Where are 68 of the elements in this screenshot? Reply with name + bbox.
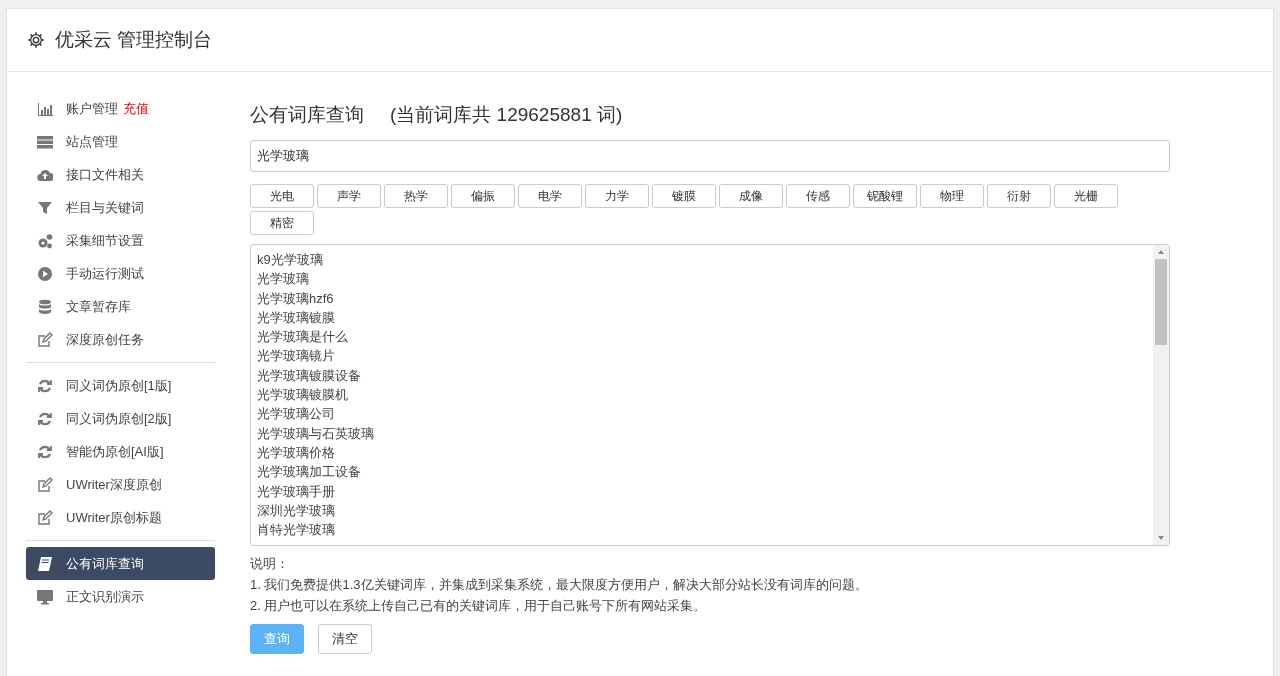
result-line: 光学玻璃价格 bbox=[257, 443, 336, 462]
sidebar-item[interactable]: 接口文件相关 bbox=[26, 158, 215, 191]
result-line: 光学玻璃镀膜机 bbox=[257, 386, 349, 405]
sidebar-item[interactable]: 同义词伪原创[2版] bbox=[26, 402, 215, 435]
monitor-icon bbox=[37, 588, 53, 605]
search-field[interactable]: 光学玻璃 bbox=[250, 140, 1170, 172]
filter-icon bbox=[37, 199, 53, 216]
server-icon bbox=[37, 133, 53, 150]
sidebar-item[interactable]: UWriter深度原创 bbox=[26, 468, 215, 501]
result-line: 光学玻璃镀膜 bbox=[257, 308, 336, 327]
play-icon bbox=[37, 265, 53, 282]
result-line: 光学玻璃镀膜设备 bbox=[257, 366, 362, 385]
tag-button[interactable]: 镀膜 bbox=[652, 184, 716, 208]
book-icon bbox=[37, 555, 53, 572]
result-line: 光学玻璃 bbox=[257, 270, 310, 289]
notes-title: 说明： bbox=[250, 555, 290, 573]
sidebar-item[interactable]: 手动运行测试 bbox=[26, 257, 215, 290]
result-line: k9光学玻璃 bbox=[257, 251, 324, 269]
note-text: 1. 我们免费提供1.3亿关键词库，并集成到采集系统，最大限度方便用户，解决大部分站长没有词库的问题。 bbox=[250, 576, 869, 594]
sidebar-item[interactable]: 站点管理 bbox=[26, 125, 215, 158]
sidebar-item[interactable]: 正文识别演示 bbox=[26, 580, 215, 613]
result-line: 光学玻璃镜片 bbox=[257, 347, 336, 366]
result-line: 深圳光学玻璃 bbox=[257, 501, 336, 520]
tag-button[interactable]: 声学 bbox=[317, 184, 381, 208]
tag-button[interactable]: 物理 bbox=[920, 184, 984, 208]
edit-icon bbox=[37, 509, 53, 526]
result-line: 光学玻璃是什么 bbox=[257, 328, 349, 347]
bar-chart-icon bbox=[37, 100, 53, 117]
header-title: 优采云 管理控制台 bbox=[55, 28, 213, 52]
tag-button[interactable]: 光栅 bbox=[1054, 184, 1118, 208]
sidebar-item[interactable]: 公有词库查询 bbox=[26, 547, 215, 580]
sidebar-item[interactable]: 账户管理 充值 bbox=[26, 92, 215, 125]
sidebar-item[interactable]: 同义词伪原创[1版] bbox=[26, 369, 215, 402]
sidebar-item[interactable]: UWriter原创标题 bbox=[26, 501, 215, 534]
sidebar-item[interactable]: 栏目与关键词 bbox=[26, 191, 215, 224]
tag-button[interactable]: 偏振 bbox=[451, 184, 515, 208]
edit-icon bbox=[37, 331, 53, 348]
results-list[interactable]: k9光学玻璃 光学玻璃 光学玻璃hzf6 光学玻璃镀膜 光学玻璃是什么 光学玻璃镜片 光学玻璃镀膜设备 光学玻璃镀膜机 光学玻璃公司 光学玻璃与石英玻璃 光学玻璃价格 光学玻璃加工设备 光学玻璃手册 深圳光学玻璃 肖特光学玻璃 bbox=[250, 244, 1170, 546]
sidebar-item[interactable]: 文章暂存库 bbox=[26, 290, 215, 323]
sidebar-item[interactable]: 智能伪原创[AI版] bbox=[26, 435, 215, 468]
sidebar-item[interactable]: 深度原创任务 bbox=[26, 323, 215, 356]
scrollbar[interactable] bbox=[1153, 245, 1169, 545]
tag-button[interactable]: 精密 bbox=[250, 211, 314, 235]
note-text: 2. 用户也可以在系统上传自己已有的关键词库，用于自己账号下所有网站采集。 bbox=[250, 597, 708, 615]
result-line: 光学玻璃手册 bbox=[257, 482, 336, 501]
sidebar-item[interactable]: 采集细节设置 bbox=[26, 224, 215, 257]
refresh-icon bbox=[37, 443, 53, 460]
settings-icon bbox=[27, 31, 45, 49]
tag-button[interactable]: 热学 bbox=[384, 184, 448, 208]
database-icon bbox=[37, 298, 53, 315]
tag-button[interactable]: 力学 bbox=[585, 184, 649, 208]
result-line: 光学玻璃hzf6 bbox=[257, 289, 335, 308]
refresh-icon bbox=[37, 410, 53, 427]
tag-button[interactable]: 电学 bbox=[518, 184, 582, 208]
clear-button[interactable]: 清空 bbox=[318, 624, 372, 654]
tag-button[interactable]: 铌酸锂 bbox=[853, 184, 917, 208]
refresh-icon bbox=[37, 377, 53, 394]
result-line: 光学玻璃公司 bbox=[257, 405, 336, 424]
edit-icon bbox=[37, 476, 53, 493]
tag-button[interactable]: 成像 bbox=[719, 184, 783, 208]
tag-button[interactable]: 传感 bbox=[786, 184, 850, 208]
result-line: 肖特光学玻璃 bbox=[257, 521, 336, 540]
result-line: 光学玻璃与石英玻璃 bbox=[257, 424, 375, 443]
page-title: 公有词库查询 bbox=[250, 103, 364, 127]
tag-button[interactable]: 衍射 bbox=[987, 184, 1051, 208]
tag-button[interactable]: 光电 bbox=[250, 184, 314, 208]
word-count: (当前词库共 129625881 词) bbox=[390, 103, 623, 127]
result-line: 光学玻璃加工设备 bbox=[257, 463, 362, 482]
